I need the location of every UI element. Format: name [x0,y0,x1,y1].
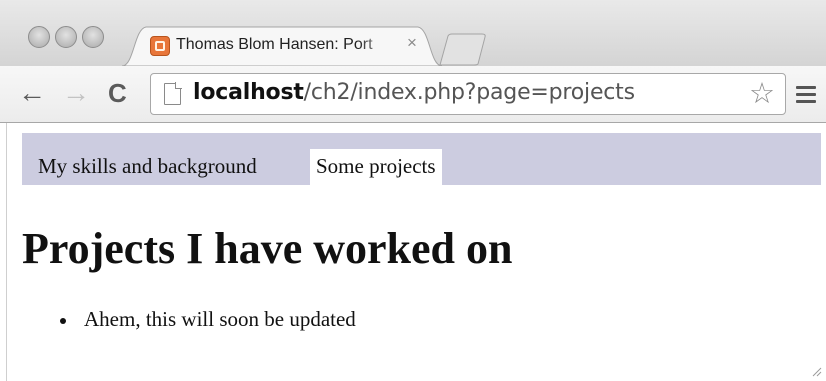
url-path: /ch2/index.php?page=projects [303,80,635,105]
tab-strip: Thomas Blom Hansen: Port × [0,0,826,66]
browser-window: Thomas Blom Hansen: Port × ← → C localho… [0,0,826,381]
page-heading: Projects I have worked on [22,224,513,273]
url-host: localhost [193,80,304,105]
address-bar[interactable]: localhost/ch2/index.php?page=projects ☆ [150,73,786,115]
minimize-window-button[interactable] [55,26,77,48]
list-item: Ahem, this will soon be updated [60,307,356,332]
bullet-icon [60,318,66,324]
back-arrow-icon[interactable]: ← [18,76,46,110]
nav-link-projects[interactable]: Some projects [310,149,442,185]
resize-grip-icon[interactable] [810,365,822,377]
xampp-favicon-icon [150,36,170,56]
list-item-text: Ahem, this will soon be updated [84,307,356,331]
page-viewport: My skills and background Some projects P… [0,123,826,381]
reload-icon[interactable]: C [108,76,127,110]
tab-title: Thomas Blom Hansen: Port [176,36,398,54]
zoom-window-button[interactable] [82,26,104,48]
url-text[interactable]: localhost/ch2/index.php?page=projects [193,80,635,105]
close-tab-icon[interactable]: × [407,33,417,53]
browser-toolbar: ← → C localhost/ch2/index.php?page=proje… [0,66,826,123]
window-edge-divider [6,123,7,381]
forward-arrow-icon[interactable]: → [62,76,90,110]
browser-tab-active[interactable]: Thomas Blom Hansen: Port × [122,25,442,66]
projects-list: Ahem, this will soon be updated [60,307,356,332]
site-navigation: My skills and background Some projects [22,133,821,185]
bookmark-star-icon[interactable]: ☆ [749,76,775,112]
page-document-icon [164,82,182,105]
new-tab-button[interactable] [438,33,488,66]
close-window-button[interactable] [28,26,50,48]
nav-link-skills[interactable]: My skills and background [32,149,263,185]
hamburger-menu-icon[interactable] [796,86,816,103]
